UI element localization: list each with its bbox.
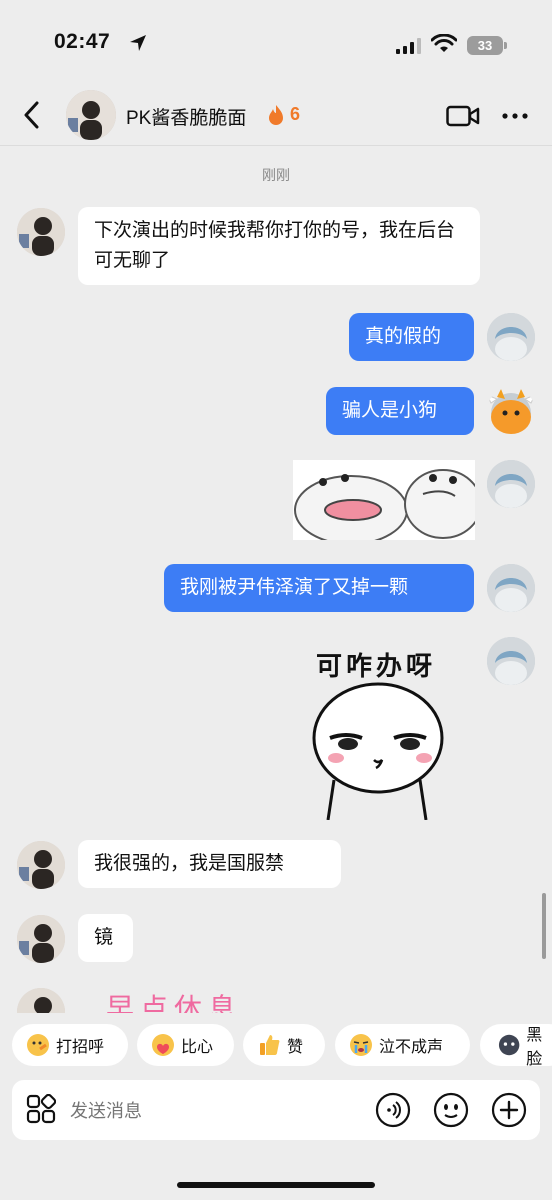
quick-reply-dark[interactable]: 黑脸 xyxy=(480,1024,552,1068)
quick-reply-heart[interactable]: 比心 xyxy=(137,1024,234,1066)
quick-reply-label: 比心 xyxy=(181,1039,214,1056)
quick-reply-cry[interactable]: 泣不成声 xyxy=(335,1024,470,1066)
contact-avatar-small[interactable] xyxy=(17,988,65,1013)
outgoing-message-bubble[interactable]: 骗人是小狗 xyxy=(326,387,474,435)
incoming-message-bubble[interactable]: 镜 xyxy=(78,914,133,962)
quick-reply-like[interactable]: 赞 xyxy=(243,1024,325,1066)
battery-tip xyxy=(504,42,507,49)
quick-reply-label: 打招呼 xyxy=(56,1039,105,1056)
status-time: 02:47 xyxy=(54,30,111,53)
thumbs-up-icon xyxy=(260,1035,280,1055)
my-avatar[interactable] xyxy=(487,460,535,508)
outgoing-message-bubble[interactable]: 真的假的 xyxy=(349,313,474,361)
contact-avatar-small[interactable] xyxy=(17,208,65,256)
message-input[interactable] xyxy=(68,1094,362,1128)
quick-reply-wave[interactable]: 打招呼 xyxy=(12,1024,128,1066)
streak-fire-icon xyxy=(269,105,283,125)
apps-grid-icon[interactable] xyxy=(26,1094,56,1124)
quick-reply-label: 黑脸 xyxy=(526,1027,543,1068)
incoming-message-bubble[interactable]: 下次演出的时候我帮你打你的号，我在后台可无聊了 xyxy=(78,207,480,285)
dark-face-emoji-icon xyxy=(498,1034,520,1056)
wave-emoji-icon xyxy=(27,1034,49,1056)
heart-hands-emoji-icon xyxy=(152,1034,174,1056)
add-plus-icon[interactable] xyxy=(491,1092,527,1128)
contact-avatar-small[interactable] xyxy=(17,841,65,889)
battery-indicator: 33 xyxy=(467,36,503,55)
my-avatar[interactable] xyxy=(487,387,535,435)
quick-reply-label: 赞 xyxy=(287,1039,304,1056)
video-call-icon[interactable] xyxy=(446,104,480,128)
sticker-image[interactable] xyxy=(293,460,482,545)
wifi-icon xyxy=(431,34,457,52)
location-arrow-icon xyxy=(130,35,146,51)
scrollbar[interactable] xyxy=(542,893,546,959)
contact-avatar-small[interactable] xyxy=(17,915,65,963)
incoming-message-bubble[interactable]: 我很强的，我是国服禁 xyxy=(78,840,341,888)
my-avatar[interactable] xyxy=(487,564,535,612)
header-divider xyxy=(0,145,552,146)
sticker-image[interactable]: 可咋办呀 xyxy=(300,640,480,820)
contact-avatar[interactable] xyxy=(66,90,116,140)
contact-name[interactable]: PK酱香脆脆面 xyxy=(126,103,246,130)
sticker-caption: 可咋办呀 xyxy=(316,652,437,682)
outgoing-message-bubble[interactable]: 我刚被尹伟泽演了又掉一颗 xyxy=(164,564,474,612)
my-avatar[interactable] xyxy=(487,637,535,685)
more-options-icon[interactable] xyxy=(500,104,530,128)
partial-message-text[interactable]: 早点休息 xyxy=(106,987,242,1013)
cellular-signal-icon xyxy=(396,38,421,54)
back-chevron-icon[interactable] xyxy=(20,100,44,130)
clipped-message-row: 早点休息 xyxy=(0,985,552,1013)
emoji-icon[interactable] xyxy=(433,1092,469,1128)
quick-reply-label: 泣不成声 xyxy=(379,1039,444,1056)
message-timestamp: 刚刚 xyxy=(262,167,290,183)
home-indicator xyxy=(177,1182,375,1188)
crying-emoji-icon xyxy=(350,1034,372,1056)
voice-message-icon[interactable] xyxy=(375,1092,411,1128)
my-avatar[interactable] xyxy=(487,313,535,361)
streak-count: 6 xyxy=(290,104,301,124)
